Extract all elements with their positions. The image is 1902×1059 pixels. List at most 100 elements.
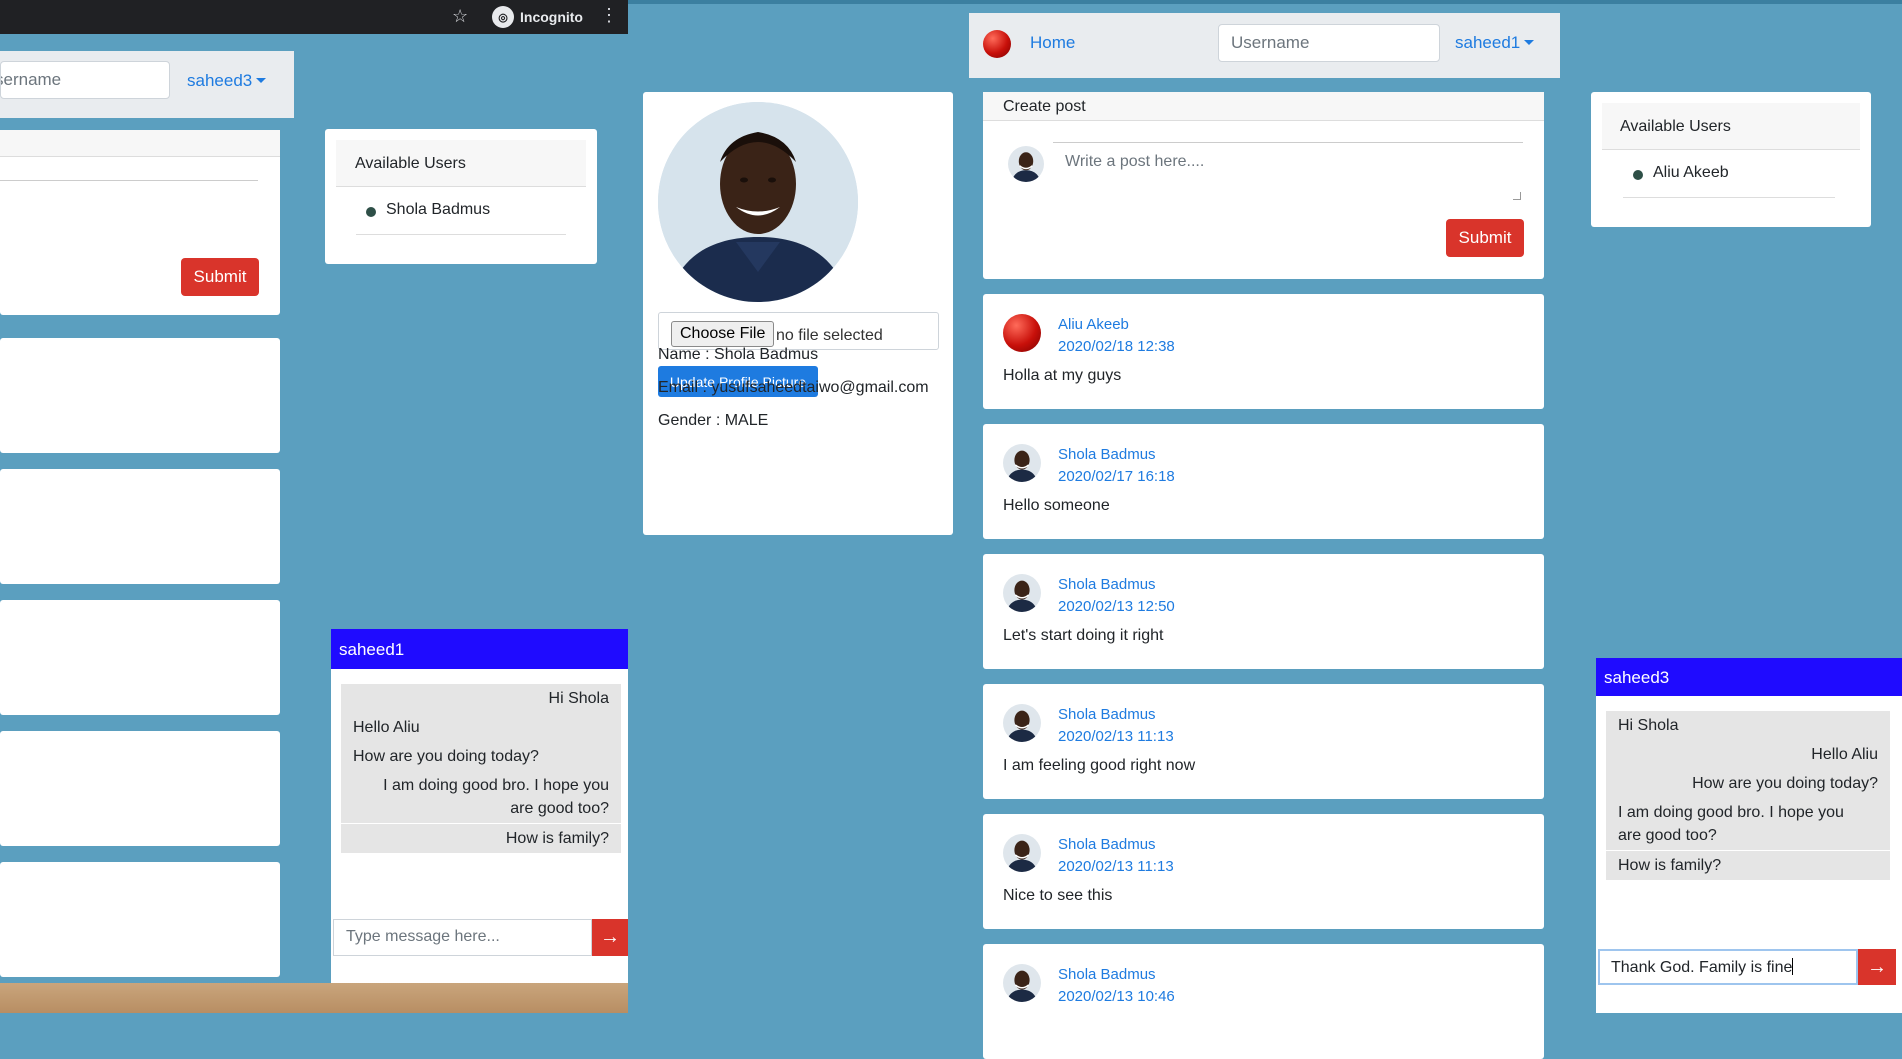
app-logo-icon[interactable] (983, 30, 1011, 58)
available-users-title: Available Users (1602, 103, 1860, 150)
chat-message-input[interactable]: Thank God. Family is fine (1598, 949, 1858, 985)
post-date: 2020/02/17 16:18 (1058, 468, 1175, 485)
post-date: 2020/02/18 12:38 (1058, 338, 1175, 355)
chat-header-title[interactable]: saheed3 (1596, 658, 1902, 696)
red-ball-avatar (1003, 314, 1041, 352)
user-menu-dropdown[interactable]: saheed1 (1455, 33, 1535, 53)
back-browser-window[interactable]: ☆ ◎ Incognito ⋮ sername saheed3 Submit A… (0, 0, 628, 983)
post-date: 2020/02/13 11:13 (1058, 728, 1174, 745)
caret-down-icon (1524, 40, 1535, 45)
choose-file-button[interactable]: Choose File (671, 321, 775, 347)
feed-post-card: Aliu Akeeb 2020/02/18 12:38 Holla at my … (983, 294, 1544, 409)
chat-message: How is family? (1606, 851, 1890, 880)
username-search-input[interactable]: Username (1218, 24, 1440, 62)
send-message-button[interactable]: → (592, 919, 628, 956)
navbar: Home Username saheed1 (969, 13, 1560, 78)
bookmark-star-icon[interactable]: ☆ (452, 6, 468, 27)
chat-message-input[interactable]: Type message here... (333, 919, 592, 956)
post-text: Holla at my guys (1003, 367, 1122, 384)
post-date: 2020/02/13 10:46 (1058, 988, 1175, 1005)
feed-post-card (0, 338, 280, 453)
available-user-name: Aliu Akeeb (1653, 164, 1729, 181)
chat-input-value: Thank God. Family is fine (1611, 959, 1793, 976)
post-text: Hello someone (1003, 497, 1110, 514)
chat-header-title[interactable]: saheed1 (331, 629, 628, 669)
user-menu-label: saheed3 (187, 71, 253, 90)
resize-handle-icon[interactable] (1513, 192, 1521, 200)
user-avatar (1003, 834, 1041, 872)
post-author-link[interactable]: Shola Badmus (1058, 706, 1156, 723)
post-author-link[interactable]: Shola Badmus (1058, 446, 1156, 463)
available-users-title: Available Users (336, 140, 586, 187)
post-placeholder: Write a post here.... (1065, 153, 1205, 170)
user-avatar (1003, 704, 1041, 742)
post-text: Let's start doing it right (1003, 627, 1164, 644)
available-user-name: Shola Badmus (386, 201, 491, 218)
user-menu-dropdown[interactable]: saheed3 (187, 71, 267, 91)
feed-post-card (0, 862, 280, 977)
feed-post-card (0, 600, 280, 715)
arrow-right-icon: → (1867, 955, 1887, 978)
feed-post-card (0, 469, 280, 584)
desktop-background (0, 983, 640, 1013)
post-author-link[interactable]: Shola Badmus (1058, 836, 1156, 853)
user-menu-label: saheed1 (1455, 33, 1521, 52)
profile-picture-file-input: Choose File no file selected (658, 312, 939, 350)
front-browser-window[interactable]: Home Username saheed1 Choose File no fil… (628, 0, 1902, 1059)
post-author-link[interactable]: Aliu Akeeb (1058, 316, 1129, 333)
post-textarea[interactable]: Write a post here.... (1053, 142, 1523, 202)
available-user-item[interactable]: Aliu Akeeb (1623, 164, 1835, 198)
chat-message: How are you doing today? (341, 742, 621, 771)
feed-post-card: Shola Badmus 2020/02/13 11:13 I am feeli… (983, 684, 1544, 799)
user-avatar (1003, 444, 1041, 482)
available-users-card: Available Users Aliu Akeeb (1591, 92, 1871, 227)
chat-message: How are you doing today? (1606, 769, 1890, 798)
feed-post-card: Shola Badmus 2020/02/13 10:46 (983, 944, 1544, 1059)
chat-message: Hello Aliu (1606, 740, 1890, 769)
online-status-icon (366, 207, 376, 217)
incognito-icon: ◎ (492, 6, 514, 28)
chat-window: saheed3 Hi Shola Hello Aliu How are you … (1596, 658, 1902, 1013)
feed-post-card: Shola Badmus 2020/02/13 12:50 Let's star… (983, 554, 1544, 669)
profile-email: Email : yusufsaheedtaiwo@gmail.com (658, 379, 929, 396)
arrow-right-icon: → (600, 926, 620, 948)
post-date: 2020/02/13 11:13 (1058, 858, 1174, 875)
post-textarea[interactable] (0, 180, 258, 240)
available-user-item[interactable]: Shola Badmus (356, 201, 566, 235)
caret-down-icon (256, 78, 267, 83)
chat-message: Hi Shola (1606, 711, 1890, 740)
chat-window: saheed1 Hi Shola Hello Aliu How are you … (331, 629, 628, 983)
available-users-card: Available Users Shola Badmus (325, 129, 597, 264)
incognito-indicator[interactable]: ◎ Incognito (488, 5, 591, 29)
feed-post-card: Shola Badmus 2020/02/13 11:13 Nice to se… (983, 814, 1544, 929)
username-search-input[interactable]: sername (0, 61, 170, 99)
file-status: no file selected (776, 327, 883, 344)
submit-post-button[interactable]: Submit (1446, 219, 1524, 257)
send-message-button[interactable]: → (1858, 949, 1896, 985)
submit-post-button[interactable]: Submit (181, 258, 259, 296)
create-post-title: Create post (983, 92, 1544, 121)
create-post-card: Submit (0, 130, 280, 315)
user-avatar (1003, 574, 1041, 612)
profile-picture (658, 102, 858, 302)
chat-message: How is family? (341, 824, 621, 853)
browser-toolbar: ☆ ◎ Incognito ⋮ (0, 0, 628, 34)
feed-post-card: Shola Badmus 2020/02/17 16:18 Hello some… (983, 424, 1544, 539)
post-author-link[interactable]: Shola Badmus (1058, 576, 1156, 593)
chat-message: I am doing good bro. I hope you are good… (1606, 798, 1890, 850)
browser-menu-icon[interactable]: ⋮ (600, 5, 618, 26)
chat-message: Hi Shola (341, 684, 621, 713)
navbar: sername saheed3 (0, 51, 294, 118)
online-status-icon (1633, 170, 1643, 180)
post-author-link[interactable]: Shola Badmus (1058, 966, 1156, 983)
create-post-header (0, 130, 280, 157)
create-post-card: Create post Write a post here.... Submit (983, 92, 1544, 279)
post-text: Nice to see this (1003, 887, 1113, 904)
chat-message: I am doing good bro. I hope you are good… (341, 771, 621, 823)
chat-message: Hello Aliu (341, 713, 621, 742)
feed-post-card (0, 731, 280, 846)
profile-card: Choose File no file selected Update Prof… (643, 92, 953, 535)
text-cursor (1792, 958, 1794, 975)
home-link[interactable]: Home (1030, 33, 1075, 53)
incognito-label: Incognito (520, 9, 583, 25)
